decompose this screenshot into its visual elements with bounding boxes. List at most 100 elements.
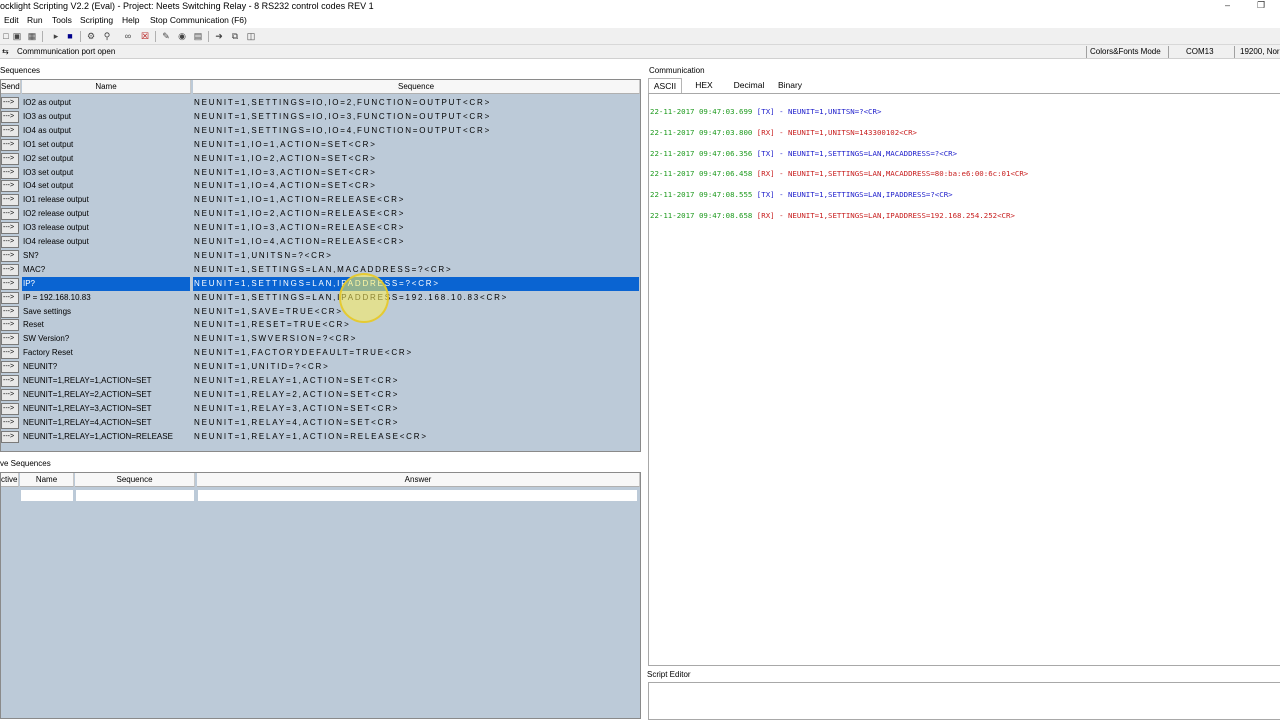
sequence-name[interactable]: IO4 release output — [23, 237, 89, 246]
sequence-name[interactable]: IP = 192.168.10.83 — [23, 293, 91, 302]
sequence-command[interactable]: NEUNIT=1,IO=3,ACTION=SET<CR> — [194, 168, 377, 177]
sequence-command[interactable]: NEUNIT=1,RELAY=1,ACTION=SET<CR> — [194, 376, 399, 385]
header-send[interactable]: Send — [1, 80, 21, 94]
sequence-command[interactable]: NEUNIT=1,IO=4,ACTION=SET<CR> — [194, 181, 377, 190]
play-icon[interactable]: ▸ — [50, 30, 62, 42]
send-button[interactable]: ---> — [1, 416, 19, 429]
sequence-row[interactable]: ---> IO1 set output NEUNIT=1,IO=1,ACTION=S… — [1, 138, 640, 152]
sequence-row[interactable]: ---> IO2 release output NEUNIT=1,IO=2,ACTI… — [1, 207, 640, 221]
sequence-row[interactable]: ---> IO3 set output NEUNIT=1,IO=3,ACTION=S… — [1, 166, 640, 180]
clear-icon[interactable]: ☒ — [139, 30, 151, 42]
send-button[interactable]: ---> — [1, 277, 19, 290]
sequence-row[interactable]: ---> IO3 release output NEUNIT=1,IO=3,ACTI… — [1, 221, 640, 235]
send-button[interactable]: ---> — [1, 291, 19, 304]
sequence-row[interactable]: ---> NEUNIT=1,RELAY=4,ACTION=SET NEUNIT=1,… — [1, 416, 640, 430]
sequence-row[interactable]: ---> IO2 as output NEUNIT=1,SETTINGS=IO,IO… — [1, 96, 640, 110]
sequence-row[interactable]: ---> IO4 as output NEUNIT=1,SETTINGS=IO,IO… — [1, 124, 640, 138]
sequence-name[interactable]: MAC? — [23, 265, 45, 274]
sequence-command[interactable]: NEUNIT=1,SAVE=TRUE<CR> — [194, 307, 343, 316]
camera-icon[interactable]: ◉ — [176, 30, 188, 42]
menu-tools[interactable]: Tools — [52, 15, 72, 25]
export-icon[interactable]: ➜ — [213, 30, 225, 42]
sequence-row[interactable]: ---> Reset NEUNIT=1,RESET=TRUE<CR> — [1, 318, 640, 332]
sequence-name[interactable]: NEUNIT=1,RELAY=3,ACTION=SET — [23, 404, 152, 413]
printer-icon[interactable]: ▤ — [192, 30, 204, 42]
sequence-command[interactable]: NEUNIT=1,IO=3,ACTION=RELEASE<CR> — [194, 223, 405, 232]
script-editor[interactable] — [648, 682, 1280, 720]
edit-icon[interactable]: ✎ — [160, 30, 172, 42]
sequence-row[interactable]: ---> MAC? NEUNIT=1,SETTINGS=LAN,MACADDRESS… — [1, 263, 640, 277]
baud-rate[interactable]: 19200, Nor — [1240, 47, 1280, 56]
sequence-name[interactable]: IO2 as output — [23, 98, 71, 107]
send-button[interactable]: ---> — [1, 180, 19, 193]
send-button[interactable]: ---> — [1, 333, 19, 346]
send-button[interactable]: ---> — [1, 305, 19, 318]
sequence-command[interactable]: NEUNIT=1,IO=4,ACTION=RELEASE<CR> — [194, 237, 405, 246]
tab-ascii[interactable]: ASCII — [648, 78, 682, 93]
com-port[interactable]: COM13 — [1186, 47, 1214, 56]
send-button[interactable]: ---> — [1, 110, 19, 123]
sequence-command[interactable]: NEUNIT=1,SETTINGS=IO,IO=2,FUNCTION=OUTPU… — [194, 98, 491, 107]
send-button[interactable]: ---> — [1, 375, 19, 387]
sequence-name[interactable]: NEUNIT=1,RELAY=2,ACTION=SET — [23, 390, 152, 399]
send-button[interactable]: ---> — [1, 249, 19, 262]
settings-icon[interactable]: ⚙ — [85, 30, 97, 42]
sequence-command[interactable]: NEUNIT=1,SETTINGS=LAN,IPADDRESS=?<CR> — [194, 279, 440, 288]
sequence-name[interactable]: Reset — [23, 320, 44, 329]
header-active-name[interactable]: Name — [20, 473, 74, 487]
send-button[interactable]: ---> — [1, 263, 19, 276]
header-sequence[interactable]: Sequence — [193, 80, 640, 94]
menu-help[interactable]: Help — [122, 15, 139, 25]
header-answer[interactable]: Answer — [197, 473, 640, 487]
sequence-name[interactable]: Factory Reset — [23, 348, 73, 357]
sequence-name[interactable]: IO3 release output — [23, 223, 89, 232]
send-button[interactable]: ---> — [1, 388, 19, 401]
sequence-command[interactable]: NEUNIT=1,SETTINGS=IO,IO=4,FUNCTION=OUTPU… — [194, 126, 491, 135]
sequence-row[interactable]: ---> IP? NEUNIT=1,SETTINGS=LAN,IPADDRESS=?… — [1, 276, 640, 291]
tab-decimal[interactable]: Decimal — [729, 78, 769, 93]
copy-icon[interactable]: ⧉ — [229, 30, 241, 42]
sequence-command[interactable]: NEUNIT=1,UNITSN=?<CR> — [194, 251, 333, 260]
menu-scripting[interactable]: Scripting — [80, 15, 113, 25]
sequence-row[interactable]: ---> IO3 as output NEUNIT=1,SETTINGS=IO,IO… — [1, 110, 640, 124]
send-button[interactable]: ---> — [1, 166, 19, 179]
send-button[interactable]: ---> — [1, 194, 19, 207]
sequence-row[interactable]: ---> NEUNIT? NEUNIT=1,UNITID=?<CR> — [1, 360, 640, 374]
sequence-name[interactable]: IP? — [23, 279, 35, 288]
sequence-command[interactable]: NEUNIT=1,IO=2,ACTION=SET<CR> — [194, 154, 377, 163]
sequence-row[interactable]: ---> IO1 release output NEUNIT=1,IO=1,ACTI… — [1, 193, 640, 207]
sequence-command[interactable]: NEUNIT=1,SETTINGS=LAN,MACADDRESS=?<CR> — [194, 265, 452, 274]
sequence-command[interactable]: NEUNIT=1,RELAY=2,ACTION=SET<CR> — [194, 390, 399, 399]
stop-icon[interactable]: ■ — [64, 30, 76, 42]
active-sequence-cell[interactable] — [76, 490, 194, 501]
sequence-name[interactable]: NEUNIT=1,RELAY=1,ACTION=SET — [23, 376, 152, 385]
send-button[interactable]: ---> — [1, 430, 19, 443]
sequence-row[interactable]: ---> Save settings NEUNIT=1,SAVE=TRUE<CR> — [1, 305, 640, 319]
active-name-cell[interactable] — [21, 490, 73, 501]
sequence-name[interactable]: NEUNIT=1,RELAY=4,ACTION=SET — [23, 418, 152, 427]
sequence-row[interactable]: ---> SN? NEUNIT=1,UNITSN=?<CR> — [1, 249, 640, 263]
sequence-name[interactable]: IO2 release output — [23, 209, 89, 218]
sequence-name[interactable]: SN? — [23, 251, 39, 260]
sequence-name[interactable]: IO3 set output — [23, 168, 73, 177]
active-answer-cell[interactable] — [198, 490, 637, 501]
sequence-row[interactable]: ---> Factory Reset NEUNIT=1,FACTORYDEFAULT… — [1, 346, 640, 360]
send-button[interactable]: ---> — [1, 319, 19, 332]
sequence-command[interactable]: NEUNIT=1,IO=1,ACTION=RELEASE<CR> — [194, 195, 405, 204]
tab-hex[interactable]: HEX — [688, 78, 720, 93]
save-icon[interactable]: ▣ — [11, 30, 23, 42]
restore-button[interactable]: ❐ — [1257, 0, 1265, 11]
communication-log[interactable]: 22-11-2017 09:47:03.699 [TX] - NEUNIT=1,… — [648, 93, 1280, 666]
header-active-sequence[interactable]: Sequence — [75, 473, 195, 487]
tab-binary[interactable]: Binary — [774, 78, 806, 93]
search-icon[interactable]: ⚲ — [101, 30, 113, 42]
sequence-row[interactable]: ---> NEUNIT=1,RELAY=3,ACTION=SET NEUNIT=1,… — [1, 402, 640, 416]
sequence-name[interactable]: IO3 as output — [23, 112, 71, 121]
sequence-name[interactable]: NEUNIT=1,RELAY=1,ACTION=RELEASE — [23, 432, 173, 441]
sequence-command[interactable]: NEUNIT=1,SETTINGS=IO,IO=3,FUNCTION=OUTPU… — [194, 112, 491, 121]
sequence-row[interactable]: ---> SW Version? NEUNIT=1,SWVERSION=?<CR> — [1, 332, 640, 346]
send-button[interactable]: ---> — [1, 97, 19, 109]
sequence-row[interactable]: ---> NEUNIT=1,RELAY=1,ACTION=SET NEUNIT=1,… — [1, 374, 640, 388]
sequence-name[interactable]: NEUNIT? — [23, 362, 57, 371]
send-button[interactable]: ---> — [1, 138, 19, 151]
